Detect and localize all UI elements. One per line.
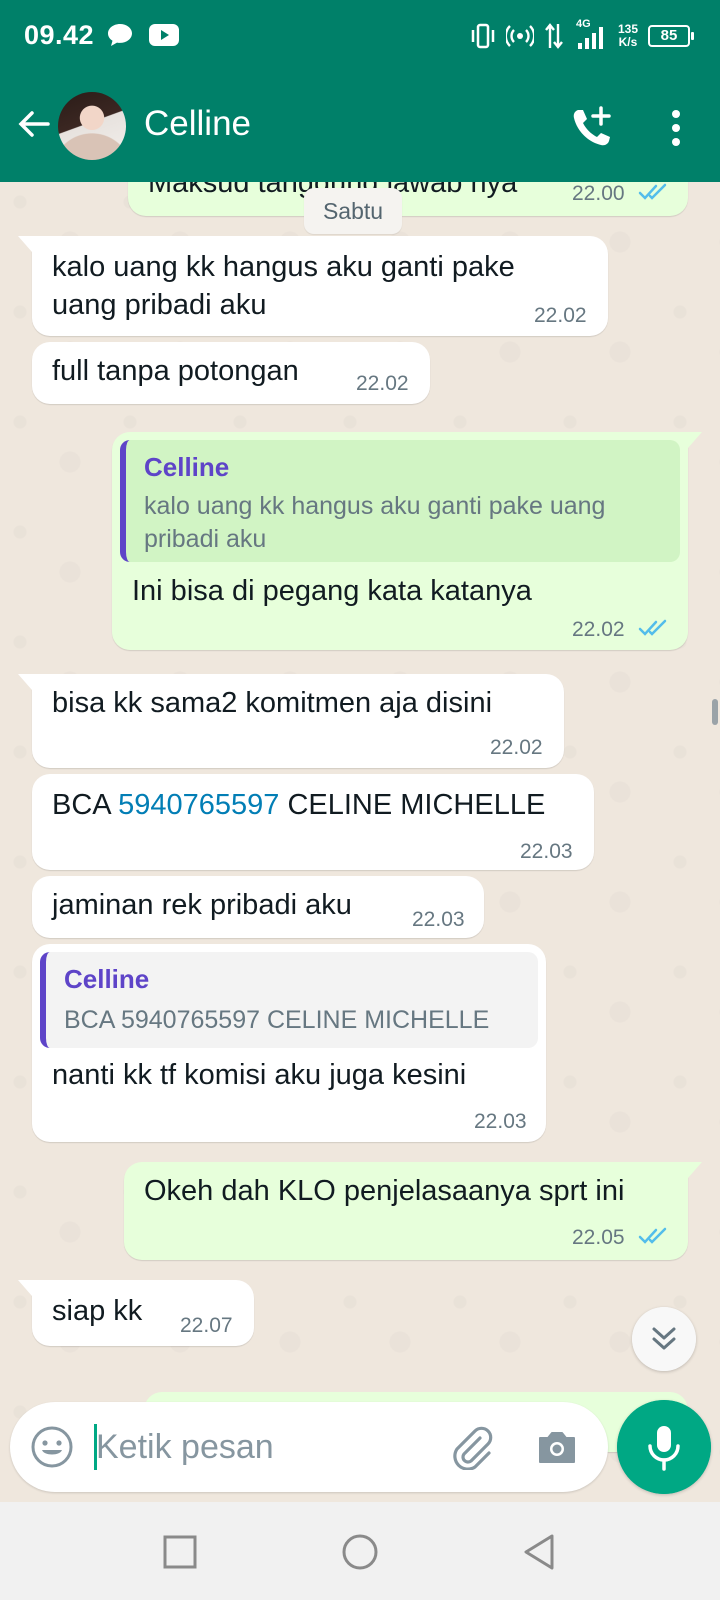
double-chevron-down-icon[interactable] bbox=[632, 1307, 696, 1371]
message-text: BCA 5940765597 CELINE MICHELLE bbox=[52, 786, 545, 824]
message-bubble-incoming[interactable]: full tanpa potongan 22.02 bbox=[32, 342, 430, 404]
contact-name[interactable]: Celline bbox=[144, 104, 251, 144]
message-bubble-incoming[interactable]: bisa kk sama2 komitmen aja disini 22.02 bbox=[18, 674, 564, 768]
signal-icon: 4G bbox=[574, 18, 608, 51]
message-text-suffix: CELINE MICHELLE bbox=[279, 789, 546, 821]
vibrate-icon bbox=[471, 23, 495, 49]
data-transfer-icon bbox=[545, 23, 563, 49]
message-time: 22.02 bbox=[534, 304, 587, 327]
attach-icon[interactable] bbox=[448, 1424, 494, 1470]
network-speed: 135 K/s bbox=[617, 22, 638, 49]
quote-text-line-1: kalo uang kk hangus aku ganti pake uang bbox=[144, 492, 606, 520]
message-time: 22.03 bbox=[520, 840, 573, 863]
double-check-icon bbox=[638, 619, 667, 636]
mic-icon[interactable] bbox=[617, 1400, 711, 1494]
camera-icon[interactable] bbox=[534, 1424, 580, 1470]
message-text: nanti kk tf komisi aku juga kesini bbox=[52, 1059, 467, 1091]
double-check-icon bbox=[638, 183, 667, 200]
quoted-message[interactable]: Celline kalo uang kk hangus aku ganti pa… bbox=[120, 440, 680, 562]
quoted-message[interactable]: Celline BCA 5940765597 CELINE MICHELLE bbox=[40, 952, 538, 1048]
hotspot-icon bbox=[505, 25, 534, 47]
double-check-icon bbox=[638, 1227, 667, 1244]
chat-bubble-notification-icon bbox=[108, 24, 132, 46]
message-time: 22.02 bbox=[490, 736, 543, 759]
emoji-icon[interactable] bbox=[30, 1425, 74, 1469]
message-text: bisa kk sama2 komitmen aja disini bbox=[52, 687, 493, 719]
quote-text: BCA 5940765597 CELINE MICHELLE bbox=[64, 1006, 490, 1034]
more-vert-icon[interactable] bbox=[656, 104, 696, 152]
add-call-icon[interactable] bbox=[568, 104, 616, 152]
message-text: Ini bisa di pegang kata katanya bbox=[132, 575, 532, 607]
message-text-line-2: uang pribadi aku bbox=[52, 289, 267, 321]
message-bubble-outgoing[interactable]: Maksud tanggung jawab nya 22.00 bbox=[128, 182, 688, 216]
system-navigation-bar bbox=[0, 1502, 720, 1600]
message-time: 22.02 bbox=[572, 618, 625, 641]
quote-text-line-2: pribadi aku bbox=[144, 525, 267, 553]
recents-square-icon[interactable] bbox=[160, 1532, 200, 1572]
youtube-notification-icon bbox=[149, 24, 179, 46]
home-circle-icon[interactable] bbox=[340, 1532, 380, 1572]
message-bubble-incoming[interactable]: jaminan rek pribadi aku 22.03 bbox=[32, 876, 484, 938]
message-text-prefix: BCA bbox=[52, 789, 119, 821]
chat-header: Celline bbox=[0, 74, 720, 182]
status-indicators: 4G 135 K/s 85 bbox=[470, 18, 694, 54]
message-time: 22.02 bbox=[356, 372, 409, 395]
message-text: full tanpa potongan bbox=[52, 355, 299, 387]
message-time: 22.05 bbox=[572, 1226, 625, 1249]
quote-author: Celline bbox=[64, 964, 150, 994]
battery-indicator: 85 bbox=[648, 25, 694, 47]
back-triangle-icon[interactable] bbox=[520, 1532, 560, 1572]
message-input[interactable] bbox=[96, 1420, 426, 1474]
message-text: Okeh dah KLO penjelasaanya sprt ini bbox=[144, 1175, 625, 1207]
message-bubble-incoming[interactable]: kalo uang kk hangus aku ganti pake uang … bbox=[18, 236, 608, 336]
back-arrow-icon[interactable] bbox=[14, 104, 54, 144]
message-time: 22.00 bbox=[572, 182, 625, 205]
message-text: jaminan rek pribadi aku bbox=[52, 889, 352, 921]
message-time: 22.07 bbox=[180, 1314, 233, 1337]
message-text-line-1: kalo uang kk hangus aku ganti pake bbox=[52, 251, 515, 283]
status-bar: 09.42 4G 135 K/s 85 bbox=[0, 0, 720, 74]
message-time: 22.03 bbox=[474, 1110, 527, 1133]
status-time: 09.42 bbox=[24, 20, 95, 50]
message-text: siap kk bbox=[52, 1295, 143, 1327]
message-bubble-incoming[interactable]: BCA 5940765597 CELINE MICHELLE 22.03 bbox=[32, 774, 594, 870]
message-bubble-incoming[interactable]: siap kk 22.07 bbox=[18, 1280, 254, 1346]
scrollbar-thumb[interactable] bbox=[712, 699, 718, 725]
message-bubble-outgoing[interactable]: Celline kalo uang kk hangus aku ganti pa… bbox=[112, 432, 702, 650]
quote-author: Celline bbox=[144, 452, 230, 482]
message-bubble-incoming[interactable]: Celline BCA 5940765597 CELINE MICHELLE n… bbox=[32, 944, 546, 1142]
contact-avatar[interactable] bbox=[58, 92, 126, 160]
message-composer bbox=[10, 1402, 608, 1492]
chat-messages[interactable]: Maksud tanggung jawab nya 22.00 Sabtu ka… bbox=[0, 182, 720, 1500]
date-chip: Sabtu bbox=[304, 188, 402, 234]
message-bubble-outgoing[interactable]: Okeh dah KLO penjelasaanya sprt ini 22.0… bbox=[124, 1162, 702, 1260]
message-time: 22.03 bbox=[412, 908, 465, 931]
phone-number-link[interactable]: 5940765597 bbox=[118, 789, 279, 821]
